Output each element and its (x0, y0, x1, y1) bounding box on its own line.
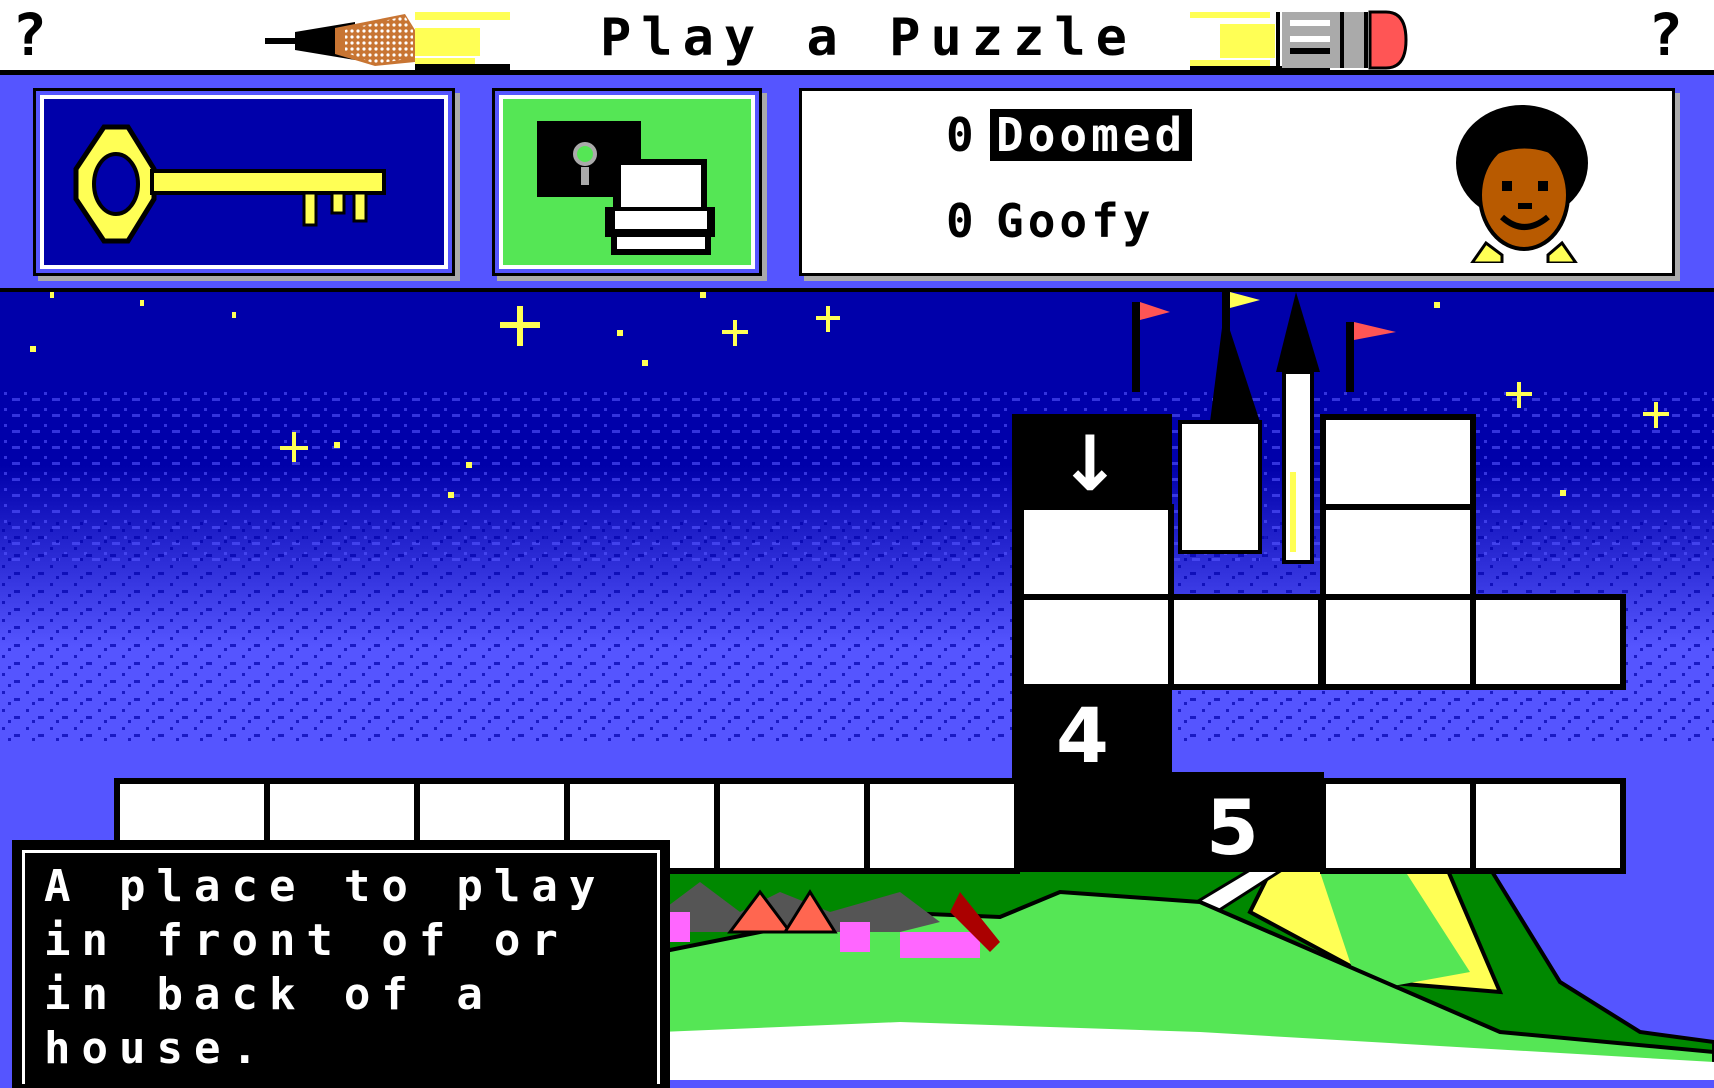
disk-printer-icon (537, 121, 715, 255)
help-button-left[interactable]: ? (12, 4, 47, 66)
grid-cell[interactable] (864, 778, 1020, 874)
player-name-active: Doomed (990, 109, 1193, 161)
player-score: 0 (946, 108, 974, 162)
player-score: 0 (946, 194, 974, 248)
grid-cell[interactable] (1168, 594, 1324, 690)
player-score-row: 0 Doomed (946, 108, 1193, 162)
page-title: Play a Puzzle (600, 8, 1137, 68)
key-icon (73, 124, 386, 244)
grid-cell[interactable] (1320, 594, 1476, 690)
clue-number-5: 5 (1206, 783, 1259, 872)
grid-cell[interactable] (714, 778, 870, 874)
clue-box: A place to play in front of or in back of … (12, 840, 670, 1088)
key-button[interactable] (33, 88, 455, 276)
grid-cell[interactable] (1320, 414, 1476, 510)
clue-line: A place to play (44, 861, 607, 912)
player-avatar (1456, 105, 1588, 263)
player-score-row: 0 Goofy (946, 195, 1160, 247)
grid-cell[interactable] (1018, 594, 1174, 690)
pencil-eraser-icon (1190, 10, 1408, 70)
save-print-button[interactable] (492, 88, 762, 276)
clue-line: in front of or (44, 915, 569, 966)
grid-cell[interactable] (1470, 778, 1626, 874)
clue-number-4: 4 (1056, 691, 1109, 780)
pencil-tip-icon (265, 12, 510, 70)
direction-arrow-icon: ↓ (1058, 419, 1122, 508)
player-name: Goofy (996, 194, 1155, 248)
clue-text: A place to play in front of or in back of … (44, 860, 654, 1076)
help-button-right[interactable]: ? (1648, 4, 1683, 66)
grid-cell[interactable] (1320, 504, 1476, 600)
clue-line: in back of a (44, 969, 494, 1020)
grid-cell[interactable] (1470, 594, 1626, 690)
score-panel: 0 Doomed 0 Goofy (799, 88, 1675, 276)
grid-cell[interactable] (1320, 778, 1476, 874)
grid-block (1012, 772, 1324, 872)
clue-line: house. (44, 1023, 269, 1074)
grid-cell[interactable] (1018, 504, 1174, 600)
title-bar: ? Play a Puzzle ? (0, 0, 1714, 75)
